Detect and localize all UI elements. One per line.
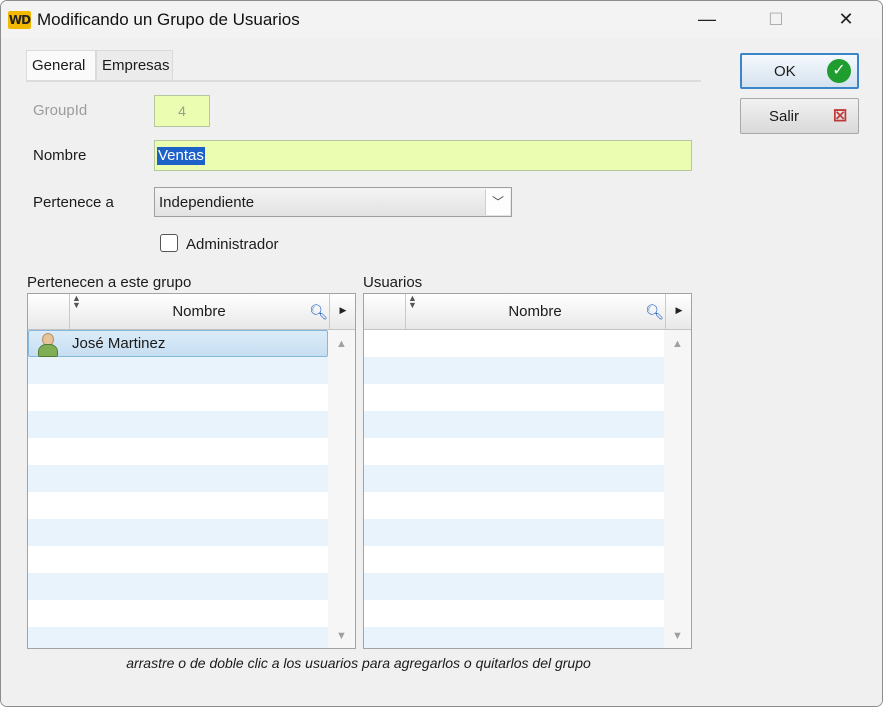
row-header-column — [28, 294, 70, 329]
nombre-input[interactable]: Ventas — [154, 140, 692, 171]
pertenece-select[interactable]: Independiente ﹀ — [154, 187, 512, 217]
nombre-label: Nombre — [33, 147, 87, 164]
table-row[interactable]: José Martinez — [28, 330, 328, 357]
table-body — [364, 330, 664, 648]
administrador-checkbox[interactable] — [160, 234, 178, 252]
dialog-content: General Empresas GroupId 4 Nombre Ventas… — [1, 38, 882, 706]
app-logo-icon: WD — [8, 11, 31, 29]
column-header-nombre[interactable]: Nombre — [406, 303, 664, 320]
column-header-nombre[interactable]: Nombre — [70, 303, 328, 320]
table-row — [364, 411, 664, 438]
table-header: ▲ ▼ Nombre 🔍︎ ▶ — [364, 294, 691, 330]
checkmark-icon: ✓ — [827, 59, 851, 83]
table-row — [28, 492, 328, 519]
table-row — [364, 600, 664, 627]
table-row — [364, 573, 664, 600]
table-row — [364, 465, 664, 492]
left-table-caption: Pertenecen a este grupo — [27, 274, 192, 291]
table-row — [28, 465, 328, 492]
scroll-down-icon[interactable]: ▼ — [328, 630, 355, 642]
vertical-scrollbar[interactable]: ▲ ▼ — [328, 330, 355, 648]
salir-button-label: Salir — [769, 108, 800, 125]
row-header-column — [364, 294, 406, 329]
tab-divider — [26, 80, 701, 82]
table-row — [28, 438, 328, 465]
users-table[interactable]: ▲ ▼ Nombre 🔍︎ ▶ ▲ ▼ — [363, 293, 692, 649]
table-row — [28, 627, 328, 648]
table-row — [364, 546, 664, 573]
table-row — [364, 357, 664, 384]
chevron-down-icon[interactable]: ﹀ — [485, 189, 510, 215]
table-row — [28, 546, 328, 573]
table-row — [364, 492, 664, 519]
pertenece-select-value: Independiente — [159, 194, 255, 211]
table-row — [364, 519, 664, 546]
ok-button[interactable]: OK ✓ — [740, 53, 859, 89]
ok-button-label: OK — [774, 63, 796, 80]
table-row — [364, 627, 664, 648]
table-row — [28, 519, 328, 546]
table-row — [364, 330, 664, 357]
table-row — [28, 411, 328, 438]
drag-hint-text: arrastre o de doble clic a los usuarios … — [126, 655, 591, 671]
table-body: José Martinez — [28, 330, 328, 648]
nombre-input-value: Ventas — [157, 147, 205, 165]
table-row — [28, 600, 328, 627]
groupid-label: GroupId — [33, 102, 88, 119]
window-title: Modificando un Grupo de Usuarios — [37, 10, 300, 29]
table-row — [28, 384, 328, 411]
pertenece-label: Pertenece a — [33, 194, 114, 211]
tab-general[interactable]: General — [26, 50, 96, 80]
minimize-button[interactable]: — — [684, 1, 730, 38]
vertical-scrollbar[interactable]: ▲ ▼ — [664, 330, 691, 648]
row-user-name: José Martinez — [72, 335, 166, 352]
right-table-caption: Usuarios — [363, 274, 423, 291]
cancel-x-icon: ⊠ — [832, 105, 848, 125]
title-bar: WD Modificando un Grupo de Usuarios — ☐ … — [1, 1, 882, 38]
administrador-label[interactable]: Administrador — [186, 236, 279, 253]
column-menu-arrow-icon[interactable]: ▶ — [329, 294, 355, 329]
table-row — [28, 357, 328, 384]
scroll-up-icon[interactable]: ▲ — [664, 338, 691, 350]
maximize-button[interactable]: ☐ — [753, 1, 799, 38]
column-menu-arrow-icon[interactable]: ▶ — [665, 294, 691, 329]
table-row — [28, 573, 328, 600]
search-icon[interactable]: 🔍︎ — [645, 303, 664, 321]
close-button[interactable]: ✕ — [823, 1, 869, 38]
dialog-window: WD Modificando un Grupo de Usuarios — ☐ … — [0, 0, 883, 707]
table-row — [364, 438, 664, 465]
groupid-field: 4 — [154, 95, 210, 127]
search-icon[interactable]: 🔍︎ — [309, 303, 328, 321]
group-members-table[interactable]: ▲ ▼ Nombre 🔍︎ ▶ José Martinez ▲ ▼ — [27, 293, 356, 649]
scroll-up-icon[interactable]: ▲ — [328, 338, 355, 350]
scroll-down-icon[interactable]: ▼ — [664, 630, 691, 642]
table-header: ▲ ▼ Nombre 🔍︎ ▶ — [28, 294, 355, 330]
salir-button[interactable]: Salir ⊠ — [740, 98, 859, 134]
table-row — [364, 384, 664, 411]
tab-empresas[interactable]: Empresas — [96, 50, 173, 80]
user-avatar-icon — [37, 332, 58, 357]
